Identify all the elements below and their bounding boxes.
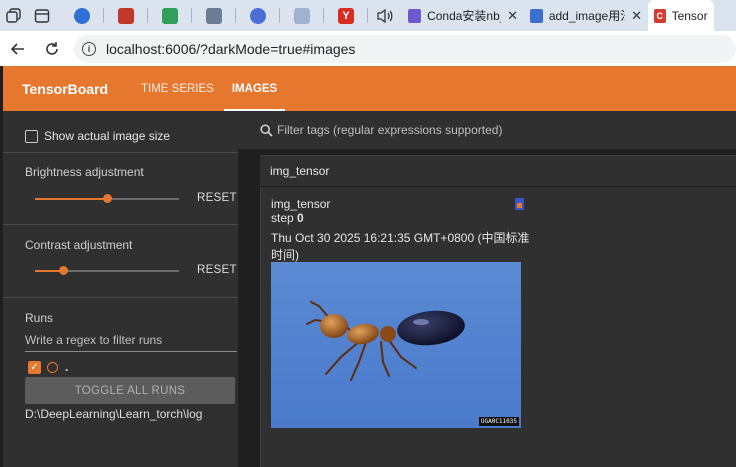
tag-group-header[interactable]: img_tensor	[260, 155, 736, 186]
doc-icon	[206, 7, 222, 24]
pinned-tab-2[interactable]	[104, 0, 148, 31]
pinned-tab-3[interactable]	[148, 0, 192, 31]
run-color-icon[interactable]	[47, 361, 58, 373]
image-size-section: Show actual image size	[3, 111, 238, 153]
pinned-tab-5[interactable]	[236, 0, 280, 31]
tab-title: add_image用法	[548, 9, 626, 23]
brand-title: TensorBoard	[22, 80, 109, 97]
runs-heading: Runs	[25, 311, 54, 325]
conda-favicon-icon	[408, 8, 422, 23]
close-icon[interactable]: ✕	[507, 8, 518, 24]
browser-tab-strip: Y Conda安装nb_ ✕ add_image用法 ✕ C TensorB	[0, 0, 736, 31]
log-directory: D:\DeepLearning\Learn_torch\log	[25, 407, 203, 421]
contrast-section: Contrast adjustment RESET	[3, 225, 238, 298]
browser-tab-conda[interactable]: Conda安装nb_ ✕	[402, 0, 524, 31]
toggle-all-runs-button[interactable]: TOGGLE ALL RUNS	[25, 377, 235, 404]
search-icon	[260, 123, 273, 137]
main-panel: Filter tags (regular expressions support…	[238, 111, 736, 467]
app-icon	[162, 7, 178, 24]
show-actual-size-checkbox[interactable]	[25, 129, 38, 143]
pinned-tab-1[interactable]	[60, 0, 104, 31]
browser-tab-tensorboard[interactable]: C TensorB	[648, 0, 714, 31]
image-card-tag: img_tensor	[271, 197, 331, 211]
ant-illustration	[306, 301, 465, 381]
top-app-bar: TensorBoard TIME SERIES IMAGES	[3, 66, 736, 111]
reload-icon[interactable]	[38, 35, 66, 63]
run-name: .	[65, 360, 69, 374]
pinned-tab-4[interactable]	[192, 0, 236, 31]
tab-time-series[interactable]: TIME SERIES	[133, 66, 222, 111]
sidebar: Show actual image size Brightness adjust…	[3, 111, 238, 467]
csdn-favicon-icon: C	[654, 8, 666, 23]
pinned-tab-6[interactable]	[280, 0, 324, 31]
pin-card-icon[interactable]	[515, 198, 524, 210]
search-favicon-icon	[530, 8, 543, 23]
close-icon[interactable]: ✕	[631, 8, 642, 24]
image-card: img_tensor step 0 Thu Oct 30 2025 16:21:…	[260, 187, 736, 467]
brightness-slider[interactable]	[35, 194, 179, 203]
address-bar: i localhost:6006/?darkMode=true#images	[0, 31, 736, 66]
pinned-tab-7[interactable]: Y	[324, 0, 368, 31]
youdao-icon: Y	[338, 7, 354, 24]
url-text: localhost:6006/?darkMode=true#images	[106, 40, 356, 57]
site-info-icon[interactable]: i	[82, 41, 96, 56]
contrast-label: Contrast adjustment	[25, 238, 133, 252]
step-value: 0	[297, 211, 304, 225]
blank-tab-icon	[294, 7, 310, 24]
globe-icon	[74, 7, 90, 24]
image-card-timestamp: Thu Oct 30 2025 16:21:35 GMT+0800 (中国标准时…	[271, 231, 530, 262]
browser-tab-add-image[interactable]: add_image用法 ✕	[524, 0, 648, 31]
back-arrow-icon[interactable]	[4, 35, 32, 63]
run-checkbox[interactable]: ✓	[28, 360, 41, 374]
tag-filter-bar[interactable]: Filter tags (regular expressions support…	[238, 111, 736, 149]
tab-title: Conda安装nb_	[427, 9, 502, 23]
run-filter-input[interactable]: Write a regex to filter runs	[25, 329, 237, 352]
bilibili-icon	[118, 7, 134, 24]
brightness-slider-fill	[35, 198, 107, 200]
tag-filter-input[interactable]: Filter tags (regular expressions support…	[277, 123, 502, 137]
speaker-icon[interactable]	[368, 0, 402, 31]
show-actual-size-label: Show actual image size	[44, 129, 171, 143]
settings-icon	[250, 7, 266, 24]
tab-actions-icon[interactable]	[28, 0, 56, 31]
contrast-slider[interactable]	[35, 266, 179, 275]
tensorboard-app: TensorBoard TIME SERIES IMAGES Show actu…	[3, 66, 736, 467]
tab-images[interactable]: IMAGES	[223, 66, 286, 111]
run-item: ✓ .	[28, 360, 68, 374]
logged-image: UGA0C11035	[271, 262, 521, 428]
url-field[interactable]: i localhost:6006/?darkMode=true#images	[74, 34, 736, 63]
brightness-section: Brightness adjustment RESET	[3, 153, 238, 225]
brightness-slider-thumb[interactable]	[102, 194, 112, 203]
step-label: step	[271, 211, 294, 225]
brightness-reset-button[interactable]: RESET	[197, 192, 237, 204]
image-card-step: step 0	[271, 211, 304, 225]
contrast-reset-button[interactable]: RESET	[197, 264, 237, 276]
tab-title: TensorB	[671, 8, 708, 23]
contrast-slider-thumb[interactable]	[59, 266, 69, 275]
brightness-label: Brightness adjustment	[25, 165, 144, 179]
workspaces-icon[interactable]	[0, 0, 28, 31]
image-watermark: UGA0C11035	[478, 417, 519, 426]
